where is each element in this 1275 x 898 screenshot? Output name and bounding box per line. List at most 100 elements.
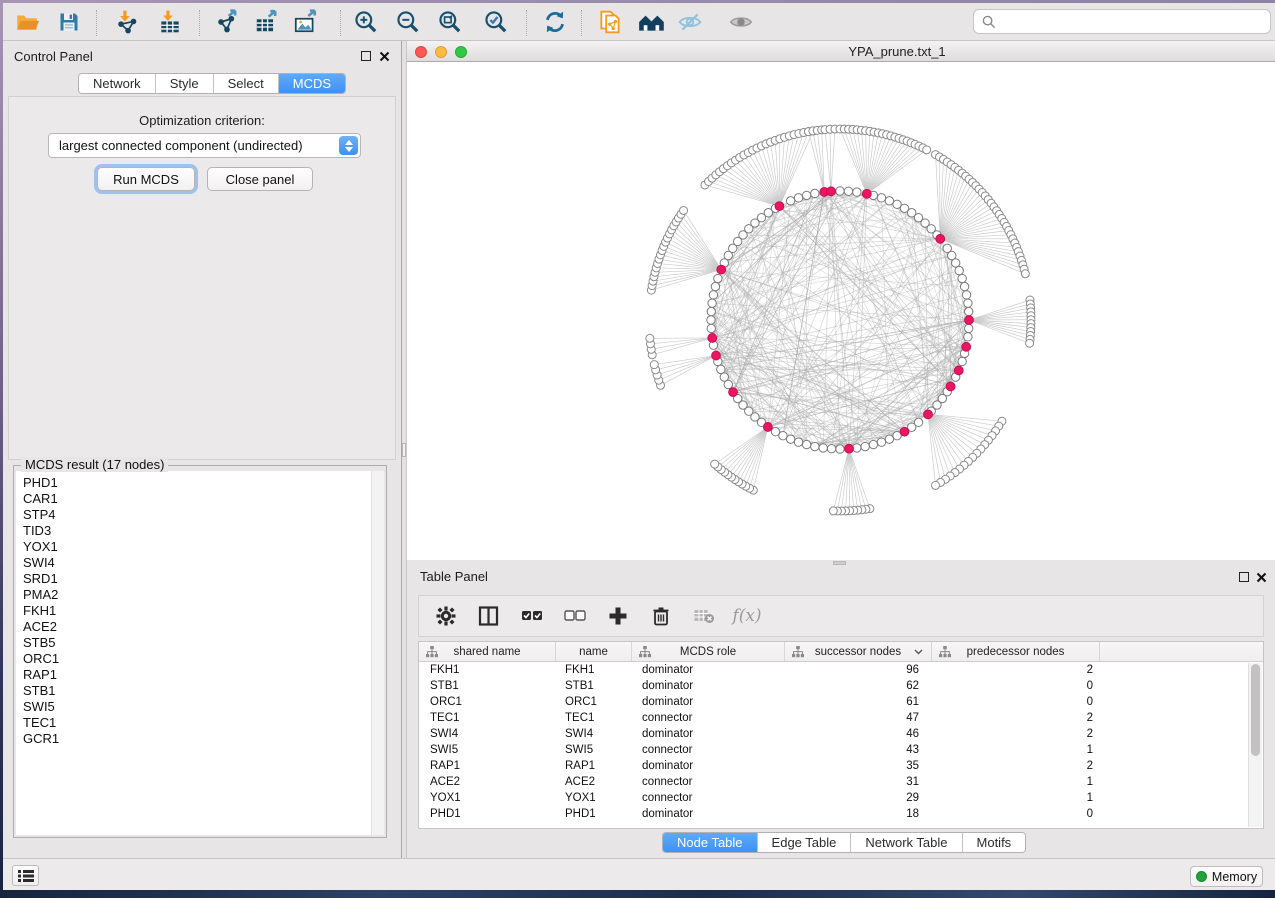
table-row[interactable]: RAP1RAP1dominator352 [419,758,1249,774]
table-scrollbar[interactable] [1248,663,1262,827]
column-header-successor-nodes[interactable]: successor nodes [785,642,932,661]
clear-table-icon[interactable] [691,603,717,629]
open-file-icon[interactable] [11,7,43,37]
table-row[interactable]: STB1STB1dominator620 [419,678,1249,694]
table-panel-title: Table Panel [420,569,488,584]
memory-button[interactable]: Memory [1190,866,1263,887]
mcds-list-item[interactable]: FKH1 [16,603,371,619]
zoom-selected-icon[interactable] [480,7,512,37]
mcds-list-item[interactable]: TID3 [16,523,371,539]
mcds-list-item[interactable]: PMA2 [16,587,371,603]
import-network-icon[interactable] [111,7,143,37]
memory-status-icon [1196,871,1207,882]
mcds-list-item[interactable]: ACE2 [16,619,371,635]
table-cell: 43 [785,744,932,756]
refresh-layout-icon[interactable] [539,7,571,37]
show-panel-icon[interactable] [725,7,757,37]
zoom-fit-icon[interactable] [434,7,466,37]
mcds-list-item[interactable]: STB5 [16,635,371,651]
float-panel-icon[interactable] [361,51,371,61]
mcds-list-item[interactable]: SWI5 [16,699,371,715]
add-row-icon[interactable] [605,603,631,629]
table-cell: dominator [632,760,785,772]
delete-rows-icon[interactable] [648,603,674,629]
network-graph[interactable] [407,62,1275,560]
column-label: MCDS role [680,646,736,658]
tab-node-table[interactable]: Node Table [663,833,758,852]
mcds-list-item[interactable]: RAP1 [16,667,371,683]
criterion-dropdown[interactable]: largest connected component (undirected) [48,133,361,158]
first-neighbors-icon[interactable] [636,7,668,37]
show-columns-icon[interactable] [476,603,502,629]
column-header-name[interactable]: name [556,642,632,661]
network-titlebar[interactable]: YPA_prune.txt_1 [407,41,1275,62]
table-row[interactable]: TEC1TEC1connector472 [419,710,1249,726]
table-cell: ORC1 [419,696,556,708]
table-row[interactable]: PHD1PHD1dominator180 [419,806,1249,822]
mcds-list-scrollbar[interactable] [371,471,384,835]
table-scrollbar-thumb[interactable] [1251,664,1260,756]
run-mcds-button[interactable]: Run MCDS [97,167,195,191]
search-box[interactable] [973,9,1271,34]
table-row[interactable]: SWI5SWI5connector431 [419,742,1249,758]
mcds-list-item[interactable]: YOX1 [16,539,371,555]
mcds-list-item[interactable]: GCR1 [16,731,371,747]
search-input[interactable] [996,14,1246,29]
column-header-predecessor-nodes[interactable]: predecessor nodes [932,642,1100,661]
table-cell: YOX1 [556,792,632,804]
tab-select[interactable]: Select [214,74,279,93]
float-panel-icon[interactable] [1239,572,1249,582]
zoom-out-icon[interactable] [392,7,424,37]
mcds-result-list[interactable]: PHD1CAR1STP4TID3YOX1SWI4SRD1PMA2FKH1ACE2… [16,471,371,835]
import-table-icon[interactable] [154,7,186,37]
column-header-mcds-role[interactable]: MCDS role [632,642,785,661]
table-tabs: Node Table Edge Table Network Table Moti… [662,832,1026,853]
table-row[interactable]: FKH1FKH1dominator962 [419,662,1249,678]
tab-motifs[interactable]: Motifs [963,833,1026,852]
splitter-grip[interactable] [402,443,406,457]
save-session-icon[interactable] [53,7,85,37]
mcds-list-item[interactable]: STP4 [16,507,371,523]
task-history-button[interactable] [12,865,39,886]
close-panel-button[interactable]: Close panel [207,167,313,191]
mcds-list-item[interactable]: TEC1 [16,715,371,731]
splitter-grip[interactable] [833,561,846,565]
table-settings-icon[interactable] [433,603,459,629]
mcds-list-item[interactable]: STB1 [16,683,371,699]
zoom-in-icon[interactable] [350,7,382,37]
tab-style[interactable]: Style [156,74,214,93]
mcds-list-item[interactable]: PHD1 [16,475,371,491]
table-cell: RAP1 [556,760,632,772]
table-row[interactable]: SWI4SWI4dominator462 [419,726,1249,742]
export-table-icon[interactable] [250,7,282,37]
table-row[interactable]: ACE2ACE2connector311 [419,774,1249,790]
close-window-icon[interactable] [415,46,427,58]
mcds-list-item[interactable]: CAR1 [16,491,371,507]
clone-network-icon[interactable] [594,7,626,37]
hide-panel-icon[interactable] [674,7,706,37]
tab-network[interactable]: Network [79,74,156,93]
close-panel-icon[interactable] [379,51,390,62]
mcds-list-item[interactable]: SRD1 [16,571,371,587]
table-cell: YOX1 [419,792,556,804]
mcds-list-item[interactable]: SWI4 [16,555,371,571]
table-row[interactable]: ORC1ORC1dominator610 [419,694,1249,710]
network-canvas[interactable] [407,62,1275,560]
table-cell: TEC1 [556,712,632,724]
tab-edge-table[interactable]: Edge Table [758,833,852,852]
minimize-window-icon[interactable] [435,46,447,58]
select-all-icon[interactable] [519,603,545,629]
tab-mcds[interactable]: MCDS [279,74,345,93]
export-network-icon[interactable] [211,7,243,37]
column-header-shared-name[interactable]: shared name [419,642,556,661]
function-builder-icon[interactable]: f(x) [734,603,760,629]
table-row[interactable]: YOX1YOX1connector291 [419,790,1249,806]
tab-network-table[interactable]: Network Table [851,833,962,852]
unselect-all-icon[interactable] [562,603,588,629]
table-cell: ACE2 [556,776,632,788]
export-image-icon[interactable] [289,7,321,37]
close-panel-icon[interactable] [1256,572,1267,583]
dropdown-stepper-icon [339,136,358,155]
maximize-window-icon[interactable] [455,46,467,58]
mcds-list-item[interactable]: ORC1 [16,651,371,667]
